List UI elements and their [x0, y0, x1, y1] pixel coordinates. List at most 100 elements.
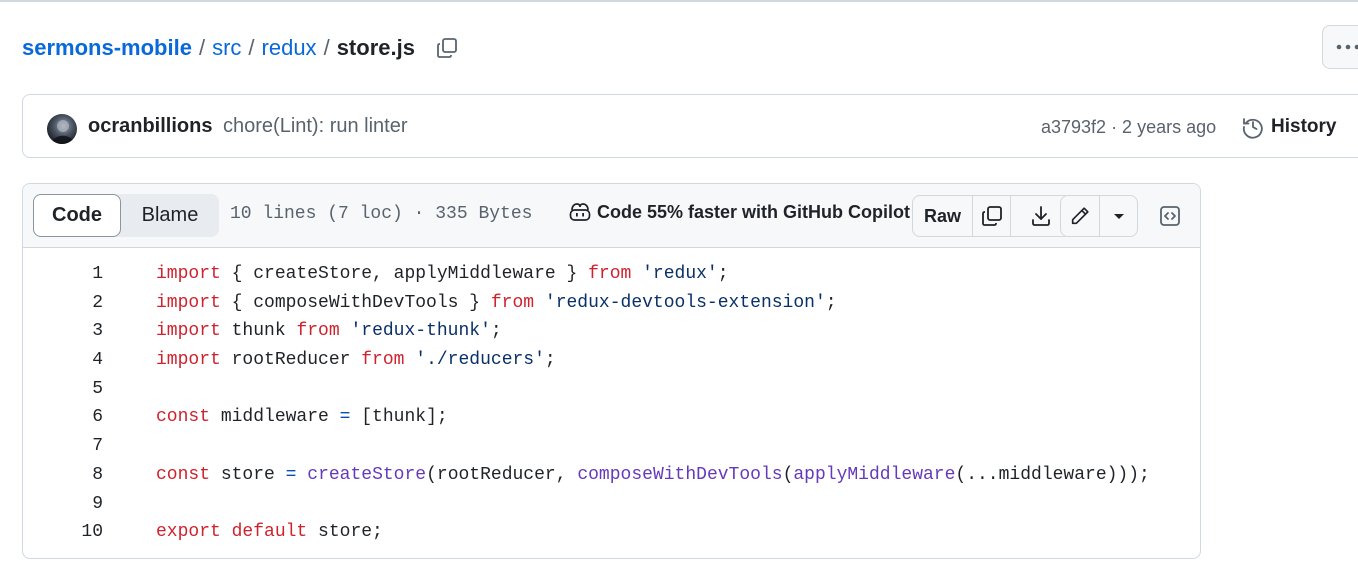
code-token: { createStore, applyMiddleware } — [231, 264, 589, 284]
code-token: import — [156, 350, 221, 371]
pencil-icon — [1072, 207, 1089, 225]
commit-author-link[interactable]: ocranbillions — [88, 115, 212, 138]
kebab-icon — [1336, 44, 1358, 50]
code-token: default — [231, 522, 308, 543]
symbols-panel-button[interactable] — [1153, 199, 1187, 233]
code-token: = — [285, 464, 297, 485]
history-label: History — [1271, 116, 1337, 137]
code-line: 2 import { composeWithDevTools } from 're… — [23, 289, 1200, 318]
commit-sha-and-time[interactable]: a3793f2 · 2 years ago — [1041, 117, 1216, 138]
code-token: const — [156, 407, 211, 428]
line-content: const middleware = [thunk]; — [156, 403, 448, 432]
code-token: ; — [825, 292, 837, 313]
file-viewer: Code Blame 10 lines (7 loc) · 335 Bytes … — [22, 183, 1201, 559]
code-line: 4 import rootReducer from './reducers'; — [23, 346, 1200, 375]
raw-button[interactable]: Raw — [913, 196, 973, 236]
code-token: applyMiddleware — [793, 464, 956, 485]
breadcrumb-redux-link[interactable]: redux — [262, 35, 317, 61]
code-token: [thunk]; — [350, 407, 448, 428]
commit-message-link[interactable]: chore(Lint): run linter — [223, 115, 408, 138]
code-token: (rootReducer, — [426, 464, 578, 485]
code-token: export — [156, 522, 221, 543]
code-token: from — [361, 350, 405, 371]
copy-raw-button[interactable] — [973, 196, 1011, 236]
copilot-icon — [569, 203, 591, 221]
line-content: import { createStore, applyMiddleware } … — [156, 260, 729, 289]
file-stats: 10 lines (7 loc) · 335 Bytes — [230, 204, 533, 224]
breadcrumb-separator: / — [248, 35, 255, 60]
edit-dropdown-button[interactable] — [1100, 196, 1137, 236]
top-divider — [0, 0, 1358, 2]
edit-file-button[interactable] — [1061, 196, 1101, 236]
code-line: 9 — [23, 490, 1200, 519]
file-header: Code Blame 10 lines (7 loc) · 335 Bytes … — [23, 184, 1200, 248]
tab-blame[interactable]: Blame — [121, 194, 219, 237]
history-icon — [1242, 118, 1263, 139]
line-content: import { composeWithDevTools } from 'red… — [156, 289, 837, 318]
code-token: './reducers' — [415, 350, 545, 371]
code-line: 8 const store = createStore(rootReducer, … — [23, 461, 1200, 490]
code-token: from — [296, 321, 340, 342]
code-line: 1 import { createStore, applyMiddleware }… — [23, 260, 1200, 289]
breadcrumb: sermons-mobile / src / redux / store.js — [22, 32, 461, 64]
code-token: middleware — [210, 407, 340, 428]
code-token: 'redux-devtools-extension' — [544, 292, 826, 313]
code-line: 5 — [23, 375, 1200, 404]
code-token: ; — [490, 321, 502, 342]
line-number[interactable]: 1 — [23, 260, 103, 289]
download-icon — [1032, 206, 1050, 226]
edit-group — [1060, 195, 1138, 237]
breadcrumb-repo-link[interactable]: sermons-mobile — [22, 35, 192, 61]
line-number[interactable]: 8 — [23, 461, 103, 490]
code-token: composeWithDevTools — [577, 464, 783, 485]
code-line: 3 import thunk from 'redux-thunk'; — [23, 317, 1200, 346]
code-line: 10 export default store; — [23, 518, 1200, 547]
code-token: import — [156, 264, 221, 284]
code-line: 6 const middleware = [thunk]; — [23, 403, 1200, 432]
line-number[interactable]: 10 — [23, 518, 103, 547]
breadcrumb-src-link[interactable]: src — [212, 35, 241, 61]
code-token: ( — [782, 464, 794, 485]
line-number[interactable]: 2 — [23, 289, 103, 318]
line-content: import rootReducer from './reducers'; — [156, 346, 556, 375]
copy-icon — [981, 206, 1002, 226]
line-number[interactable]: 3 — [23, 317, 103, 346]
more-options-button[interactable] — [1322, 25, 1358, 69]
code-token: { composeWithDevTools } — [231, 292, 491, 313]
line-number[interactable]: 6 — [23, 403, 103, 432]
code-token: = — [339, 407, 351, 428]
copy-path-button[interactable] — [433, 34, 461, 62]
chevron-down-icon — [1113, 214, 1124, 219]
line-number[interactable]: 5 — [23, 375, 103, 404]
code-token: 'redux' — [642, 264, 718, 284]
history-button[interactable]: History — [1241, 113, 1336, 141]
copy-icon — [437, 38, 457, 58]
line-content: import thunk from 'redux-thunk'; — [156, 317, 502, 346]
line-content: export default store; — [156, 518, 383, 547]
code-line: 7 — [23, 432, 1200, 461]
breadcrumb-current-file: store.js — [336, 35, 415, 60]
view-mode-toggle: Code Blame — [33, 194, 219, 237]
line-number[interactable]: 7 — [23, 432, 103, 461]
line-number[interactable]: 4 — [23, 346, 103, 375]
code-token: import — [156, 292, 221, 313]
tab-code[interactable]: Code — [33, 194, 121, 237]
copilot-text: Code 55% faster with GitHub Copilot — [597, 201, 911, 222]
raw-copy-download-group: Raw — [912, 195, 1072, 237]
code-token: ; — [717, 264, 729, 284]
code-square-icon — [1160, 206, 1180, 226]
code-token: store — [210, 464, 286, 485]
latest-commit-bar: ocranbillions chore(Lint): run linter a3… — [22, 94, 1358, 158]
line-number[interactable]: 9 — [23, 490, 103, 519]
avatar[interactable] — [47, 114, 77, 144]
copilot-promo-link[interactable]: Code 55% faster with GitHub Copilot — [568, 201, 910, 223]
breadcrumb-separator: / — [323, 35, 330, 60]
code-token: ; — [544, 350, 556, 371]
code-token: thunk — [220, 321, 297, 342]
